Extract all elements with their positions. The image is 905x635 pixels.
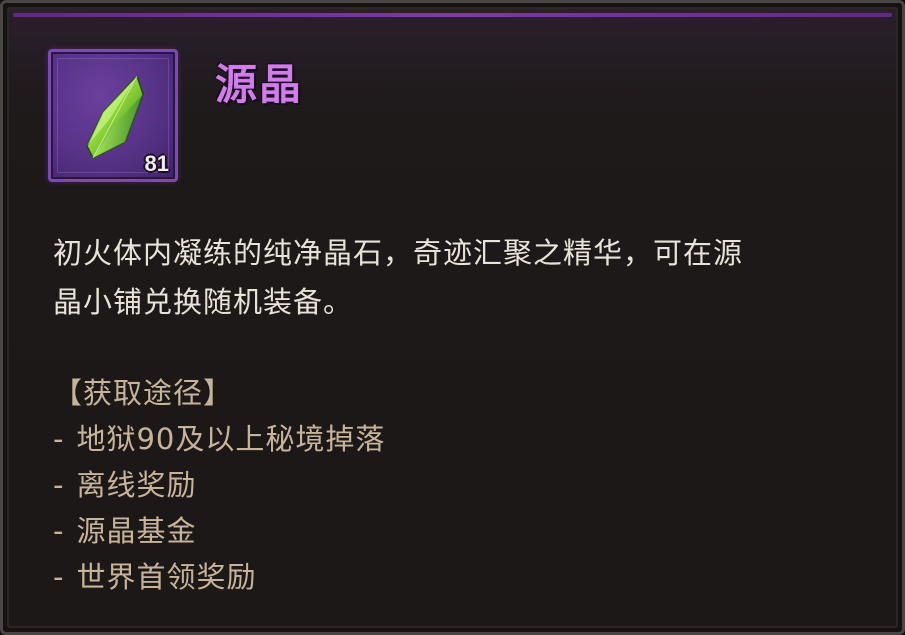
acquisition-sources: 【获取途径】 - 地狱90及以上秘境掉落 - 离线奖励 - 源晶基金 - 世界首领奖励 xyxy=(53,370,385,600)
acquisition-item-label: 世界首领奖励 xyxy=(76,560,257,594)
item-tooltip-panel: 81 源晶 初火体内凝练的纯净晶石，奇迹汇聚之精华，可在源 晶小铺兑换随机装备。… xyxy=(0,0,905,635)
item-description: 初火体内凝练的纯净晶石，奇迹汇聚之精华，可在源 晶小铺兑换随机装备。 xyxy=(53,229,863,327)
item-slot[interactable]: 81 xyxy=(48,49,178,182)
list-dash: - xyxy=(53,422,65,456)
acquisition-item: - 源晶基金 xyxy=(53,508,385,554)
item-description-line: 晶小铺兑换随机装备。 xyxy=(53,285,354,319)
acquisition-item-label: 离线奖励 xyxy=(76,468,197,502)
green-crystal-icon xyxy=(86,74,144,160)
acquisition-item: - 离线奖励 xyxy=(53,462,385,508)
item-description-line: 初火体内凝练的纯净晶石，奇迹汇聚之精华，可在源 xyxy=(53,236,744,270)
list-dash: - xyxy=(53,468,65,502)
acquisition-item: - 地狱90及以上秘境掉落 xyxy=(53,416,385,462)
acquisition-item: - 世界首领奖励 xyxy=(53,554,385,600)
item-title: 源晶 xyxy=(215,60,304,109)
tooltip-top-accent xyxy=(13,13,892,17)
list-dash: - xyxy=(53,560,65,594)
acquisition-item-label: 源晶基金 xyxy=(76,514,197,548)
item-count-badge: 81 xyxy=(144,151,169,176)
list-dash: - xyxy=(53,514,65,548)
acquisition-header: 【获取途径】 xyxy=(53,376,234,410)
acquisition-item-label: 地狱90及以上秘境掉落 xyxy=(76,422,386,456)
